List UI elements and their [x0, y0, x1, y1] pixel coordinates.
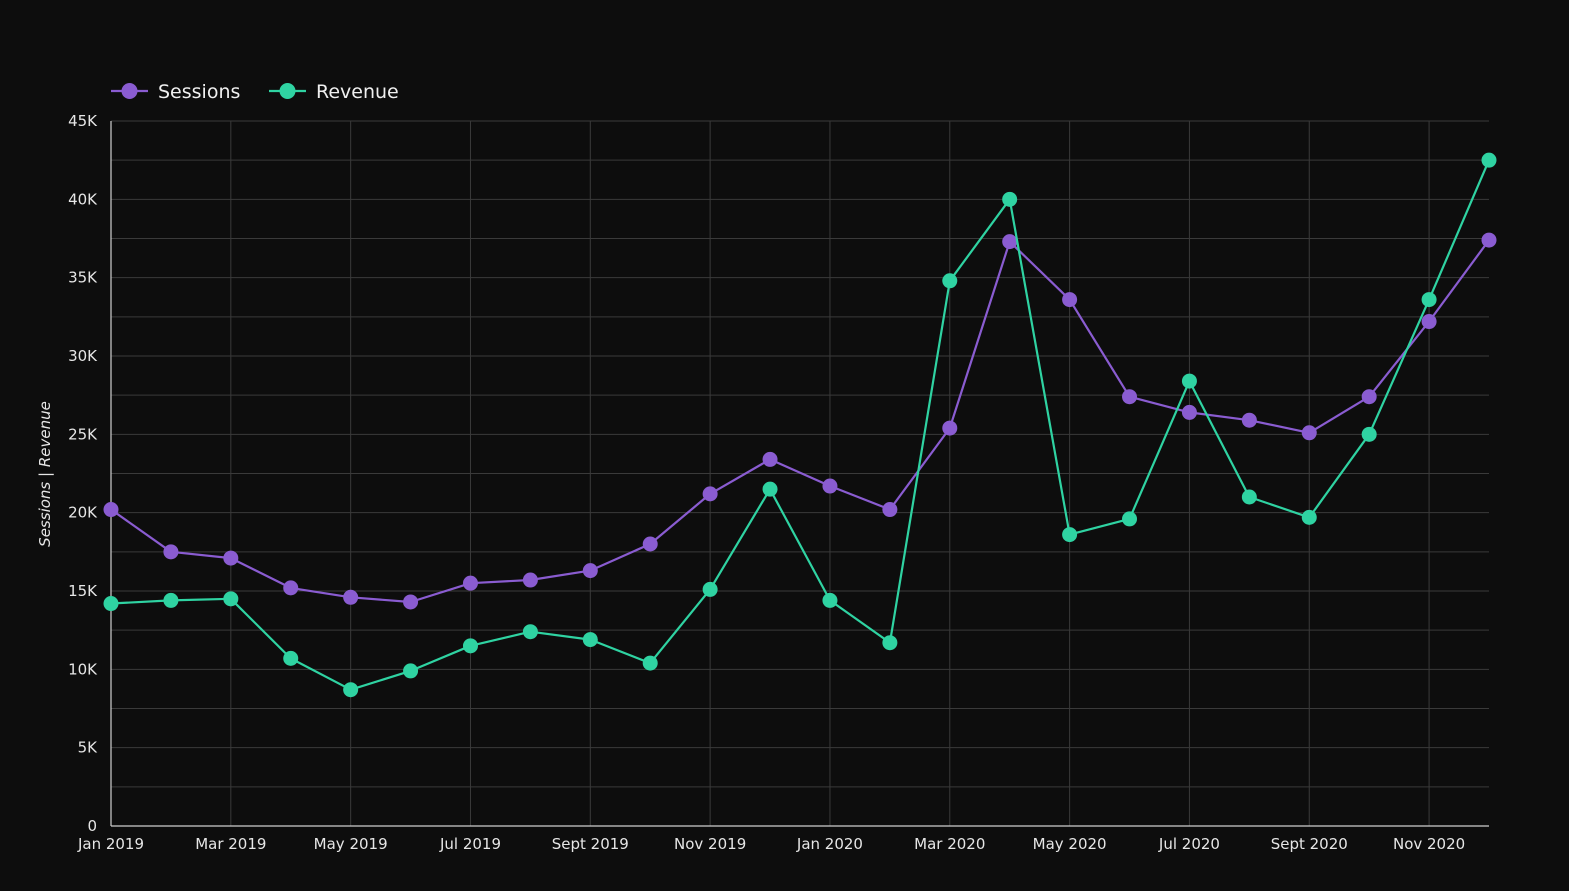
- line-chart: 0 5K 10K 15K 20K 25K 30K 35K 40K 45K Jan 2019 Mar 2…: [36, 81, 1497, 853]
- revenue-point[interactable]: [582, 632, 598, 648]
- x-tick-label: Sept 2020: [1271, 835, 1348, 853]
- y-tick-label: 30K: [68, 347, 98, 365]
- sessions-point[interactable]: [1421, 314, 1437, 330]
- x-tick-label: Mar 2020: [914, 835, 985, 853]
- revenue-line: [110, 159, 1491, 691]
- series-lines: [103, 152, 1497, 698]
- revenue-point[interactable]: [522, 624, 538, 640]
- revenue-point[interactable]: [1122, 511, 1138, 527]
- sessions-point[interactable]: [103, 502, 119, 518]
- sessions-point[interactable]: [283, 580, 299, 596]
- legend-swatch-marker: [279, 83, 296, 99]
- sessions-point[interactable]: [1181, 404, 1197, 420]
- legend-label: Sessions: [158, 81, 240, 103]
- series-revenue: [103, 152, 1497, 698]
- revenue-point[interactable]: [1481, 152, 1497, 168]
- chart-container: 0 5K 10K 15K 20K 25K 30K 35K 40K 45K Jan 2019 Mar 2…: [0, 0, 1569, 887]
- sessions-point[interactable]: [343, 589, 359, 605]
- revenue-point[interactable]: [1361, 426, 1377, 442]
- sessions-point[interactable]: [403, 594, 419, 610]
- y-tick-label: 45K: [68, 112, 98, 130]
- sessions-point[interactable]: [163, 544, 179, 560]
- revenue-point[interactable]: [1421, 292, 1437, 308]
- sessions-point[interactable]: [642, 536, 658, 552]
- legend[interactable]: Sessions Revenue: [111, 81, 399, 103]
- sessions-point[interactable]: [942, 420, 958, 436]
- revenue-point[interactable]: [403, 663, 419, 679]
- sessions-point[interactable]: [1122, 389, 1138, 405]
- revenue-point[interactable]: [822, 592, 838, 608]
- sessions-point[interactable]: [1361, 389, 1377, 405]
- legend-swatch-marker: [121, 83, 138, 99]
- revenue-point[interactable]: [762, 481, 778, 497]
- x-tick-label: Jul 2020: [1158, 835, 1220, 853]
- y-tick-label: 15K: [68, 582, 98, 600]
- legend-label: Revenue: [316, 81, 399, 103]
- revenue-point[interactable]: [942, 273, 958, 289]
- sessions-point[interactable]: [462, 575, 478, 591]
- sessions-point[interactable]: [223, 550, 239, 566]
- sessions-point[interactable]: [1062, 292, 1078, 308]
- sessions-line: [110, 239, 1490, 604]
- revenue-point[interactable]: [283, 650, 299, 666]
- y-axis-title: Sessions | Revenue: [36, 401, 54, 547]
- sessions-point[interactable]: [882, 502, 898, 518]
- x-tick-label: Sept 2019: [552, 835, 629, 853]
- x-tick-label: Jan 2019: [77, 835, 144, 853]
- revenue-point[interactable]: [1241, 489, 1257, 505]
- x-tick-label: May 2020: [1033, 835, 1107, 853]
- revenue-point[interactable]: [1181, 373, 1197, 389]
- axes: 0 5K 10K 15K 20K 25K 30K 35K 40K 45K Jan 2019 Mar 2…: [68, 112, 1489, 853]
- sessions-point[interactable]: [1241, 412, 1257, 428]
- y-tick-label: 40K: [68, 190, 98, 208]
- y-tick-label: 35K: [68, 269, 98, 287]
- series-sessions: [103, 232, 1497, 610]
- revenue-point[interactable]: [103, 596, 119, 612]
- sessions-point[interactable]: [1002, 234, 1018, 250]
- revenue-point[interactable]: [642, 655, 658, 671]
- sessions-point[interactable]: [1301, 425, 1317, 441]
- revenue-point[interactable]: [1062, 527, 1078, 543]
- sessions-point[interactable]: [1481, 232, 1497, 248]
- legend-item-revenue[interactable]: Revenue: [269, 81, 399, 103]
- revenue-point[interactable]: [1301, 509, 1317, 525]
- x-tick-label: Mar 2019: [195, 835, 266, 853]
- x-tick-label: May 2019: [314, 835, 388, 853]
- revenue-point[interactable]: [163, 592, 179, 608]
- revenue-point[interactable]: [882, 635, 898, 651]
- sessions-point[interactable]: [822, 478, 838, 494]
- x-tick-label: Jan 2020: [796, 835, 863, 853]
- revenue-point[interactable]: [1002, 191, 1018, 207]
- y-tick-label: 0: [87, 817, 97, 835]
- revenue-point[interactable]: [702, 581, 718, 597]
- y-tick-label: 5K: [78, 739, 99, 757]
- revenue-point[interactable]: [223, 591, 239, 607]
- y-tick-label: 20K: [68, 504, 98, 522]
- sessions-point[interactable]: [582, 563, 598, 579]
- sessions-point[interactable]: [702, 486, 718, 502]
- x-tick-label: Jul 2019: [439, 835, 501, 853]
- legend-item-sessions[interactable]: Sessions: [111, 81, 240, 103]
- revenue-point[interactable]: [343, 682, 359, 698]
- sessions-point[interactable]: [522, 572, 538, 588]
- x-tick-label: Nov 2020: [1393, 835, 1465, 853]
- y-tick-label: 10K: [68, 660, 98, 678]
- sessions-point[interactable]: [762, 451, 778, 467]
- y-tick-label: 25K: [68, 425, 98, 443]
- x-tick-label: Nov 2019: [674, 835, 746, 853]
- revenue-point[interactable]: [462, 638, 478, 654]
